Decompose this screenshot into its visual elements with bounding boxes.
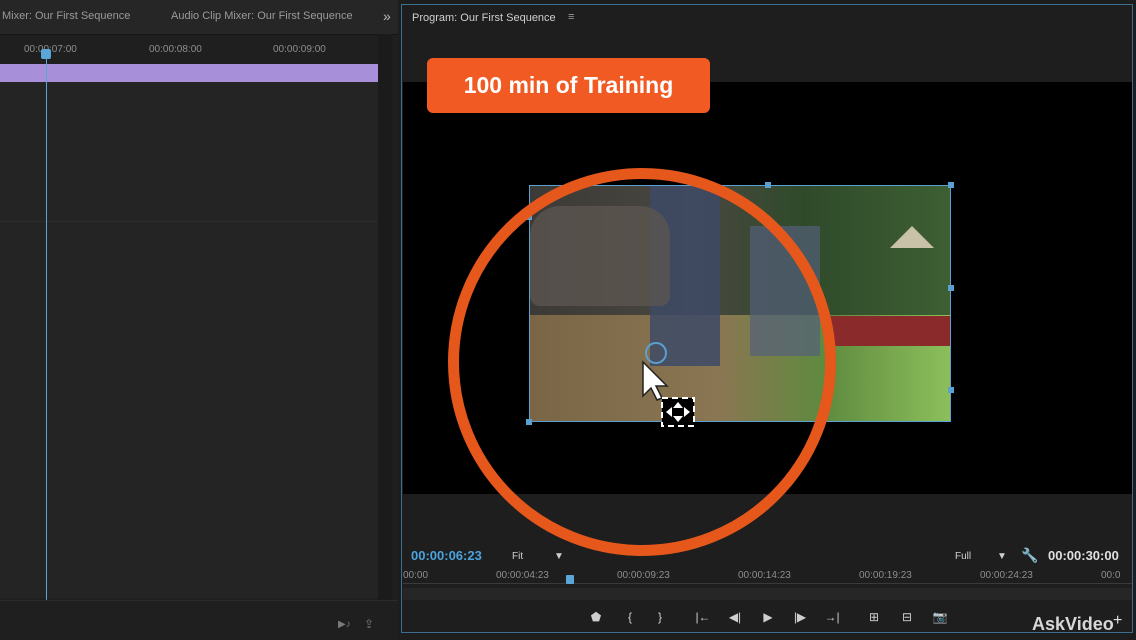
export-icon[interactable]: ⇪	[364, 617, 374, 631]
transform-handle[interactable]	[948, 285, 954, 291]
timeline-track-area[interactable]	[0, 82, 378, 598]
ruler-label: 00:00	[403, 570, 429, 581]
audio-toggle-icon[interactable]: ▶♪	[338, 619, 351, 630]
ruler-label: 00:00:24:23	[980, 570, 1033, 581]
mark-in-icon[interactable]: {	[620, 610, 640, 624]
current-timecode[interactable]: 00:00:06:23	[411, 548, 482, 563]
mini-playhead[interactable]	[566, 575, 574, 584]
chevron-down-icon[interactable]: ▼	[554, 551, 564, 562]
playhead-line	[46, 54, 47, 600]
ruler-label: 00:00:04:23	[496, 570, 549, 581]
step-back-icon[interactable]: ◀|	[725, 610, 745, 624]
tab-audio-clip-mixer[interactable]: Audio Clip Mixer: Our First Sequence	[171, 10, 353, 22]
askvideo-watermark: AskVideo	[1032, 614, 1114, 634]
training-promo-badge[interactable]: 100 min of Training	[427, 58, 710, 113]
transform-handle[interactable]	[948, 182, 954, 188]
chevron-down-icon[interactable]: ▼	[997, 551, 1007, 562]
video-clip-bar[interactable]	[0, 64, 378, 82]
transform-handle[interactable]	[948, 387, 954, 393]
step-forward-icon[interactable]: |▶	[790, 610, 810, 624]
extract-icon[interactable]: ⊟	[897, 610, 917, 624]
zoom-scrollbar[interactable]	[403, 588, 1132, 600]
mark-out-icon[interactable]: }	[650, 610, 670, 624]
add-button-icon[interactable]: +	[1113, 612, 1122, 630]
play-icon[interactable]: ▶	[758, 610, 778, 624]
ruler-label: 00:00:09:23	[617, 570, 670, 581]
ruler-label: 00:00:19:23	[859, 570, 912, 581]
panel-overflow-icon[interactable]: »	[383, 8, 391, 24]
program-monitor-title[interactable]: Program: Our First Sequence	[412, 12, 556, 24]
ruler-label: 00:0	[1101, 570, 1121, 581]
transform-handle[interactable]	[765, 182, 771, 188]
marker-icon[interactable]: ⬟	[586, 610, 606, 624]
time-ruler[interactable]	[403, 583, 1132, 584]
panel-menu-icon[interactable]: ≡	[568, 11, 574, 23]
transform-move-icon	[661, 397, 695, 427]
ruler-label: 00:00:08:00	[149, 44, 202, 55]
zoom-level-select[interactable]: Fit	[512, 551, 523, 562]
audio-mixer-panel: Mixer: Our First Sequence Audio Clip Mix…	[0, 0, 398, 640]
playhead-handle[interactable]	[41, 49, 51, 59]
wrench-settings-icon[interactable]: 🔧	[1021, 547, 1038, 564]
vertical-scrollbar[interactable]	[378, 34, 392, 600]
ruler-label: 00:00:14:23	[738, 570, 791, 581]
duration-timecode: 00:00:30:00	[1048, 548, 1119, 563]
export-frame-icon[interactable]: 📷	[930, 610, 950, 624]
ruler-label: 00:00:09:00	[273, 44, 326, 55]
boat-shape	[830, 316, 950, 346]
track-divider	[0, 221, 378, 222]
go-to-in-icon[interactable]: |←	[693, 610, 713, 624]
go-to-out-icon[interactable]: →|	[822, 610, 842, 624]
lift-icon[interactable]: ⊞	[864, 610, 884, 624]
tab-mixer[interactable]: Mixer: Our First Sequence	[2, 10, 130, 22]
resolution-select[interactable]: Full	[955, 551, 971, 562]
